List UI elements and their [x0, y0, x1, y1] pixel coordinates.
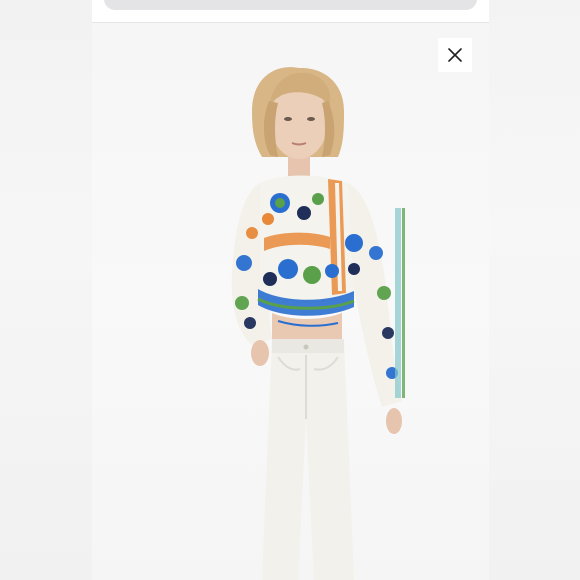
next-photo-ghost: [489, 0, 580, 580]
close-icon: [448, 48, 462, 62]
close-button[interactable]: [438, 38, 472, 72]
photo-viewer: [92, 0, 489, 580]
listing-photo: [92, 23, 489, 580]
viewer-top-bar: [92, 0, 489, 23]
previous-photo-ghost: [0, 0, 92, 580]
model-illustration: [231, 67, 405, 580]
search-bar[interactable]: [104, 0, 477, 10]
